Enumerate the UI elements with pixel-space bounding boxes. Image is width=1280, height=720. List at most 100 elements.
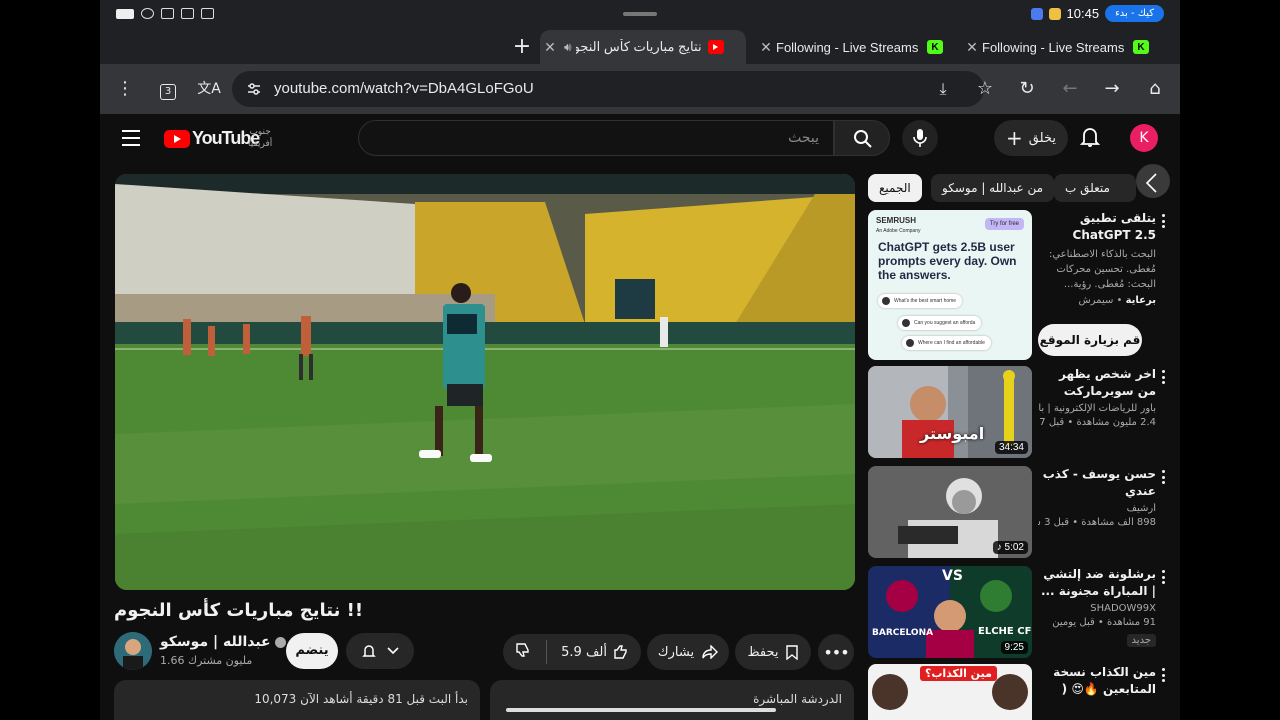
rec-text: حسن يوسف - كذب عندي أرشيف 898 ألف مشاهدة… [1038, 466, 1156, 528]
chip-from-channel[interactable]: من عبدالله | موسكو [931, 174, 1055, 202]
close-icon[interactable]: ✕ [962, 39, 982, 56]
new-badge: جديد [1126, 634, 1156, 647]
more-vertical-icon[interactable] [1158, 214, 1168, 231]
forward-arrow-icon[interactable]: → [1099, 76, 1125, 102]
home-icon[interactable]: ⌂ [1142, 76, 1168, 102]
menu-kebab-icon[interactable]: ⋮ [112, 76, 138, 102]
ad-chat-bubble: What's the best smart home [878, 294, 963, 308]
address-bar[interactable]: youtube.com/watch?v=DbA4GLoFGoU ⤓ ☆ [232, 71, 993, 107]
list-item[interactable]: VS BARCELONA ELCHE CF 9:25 برشلونة ضد إل… [868, 566, 1170, 658]
tab-strip: + ✕ 🔊︎ نتايج مباريات كأس النجوم !! ✕ Fol… [100, 30, 1180, 64]
wifi-icon [141, 8, 154, 19]
reload-icon[interactable]: ↻ [1014, 76, 1040, 102]
share-button[interactable]: يشارك [647, 634, 729, 670]
close-icon[interactable]: ✕ [540, 39, 560, 56]
video-thumbnail[interactable]: امبوستر 34:34 [868, 366, 1032, 458]
create-button[interactable]: + يخلق [994, 120, 1068, 156]
ad-text: يتلقى تطبيق ChatGPT 2.5 مليار... البحث ب… [1038, 210, 1156, 306]
speaker-icon[interactable]: 🔊︎ [564, 40, 572, 55]
search-button[interactable] [834, 120, 890, 156]
tab-kick-1[interactable]: ✕ Following - Live Streams on K [756, 30, 956, 64]
video-thumbnail[interactable]: ♪ 5:02 [868, 466, 1032, 558]
rec-meta: 91 مشاهدة • قبل يومين [1052, 617, 1156, 628]
ad-try-label: Try for free [984, 218, 1024, 230]
tab-youtube[interactable]: ✕ 🔊︎ نتايج مباريات كأس النجوم !! [540, 30, 746, 64]
more-actions-button[interactable]: ••• [818, 634, 854, 670]
description-box[interactable]: بدأ البث قبل 81 دقيقة أشاهد الآن 10,073 [114, 680, 480, 720]
headphones-icon [161, 8, 174, 19]
rec-text: مين الكذاب نسخة المتابعين 🔥😍 ( [1038, 664, 1156, 698]
channel-avatar[interactable] [114, 632, 152, 670]
list-item[interactable]: مين الكذاب؟ مين الكذاب نسخة المتابعين 🔥😍… [868, 664, 1170, 720]
thumb-overlay-text: امبوستر [920, 424, 985, 443]
window-handle[interactable] [623, 12, 657, 16]
rec-text: برشلونة ضد إلتشي | المباراة مجنونة ... S… [1038, 566, 1156, 647]
voice-search-button[interactable] [902, 120, 938, 156]
rec-channel[interactable]: باور للرياضات الإلكترونية | باور [1038, 403, 1156, 414]
video-thumbnail[interactable]: VS BARCELONA ELCHE CF 9:25 [868, 566, 1032, 658]
new-tab-button[interactable]: + [510, 34, 534, 59]
status-right: 10:45 كيك - بدء [1030, 5, 1164, 22]
search-input[interactable] [359, 121, 833, 155]
join-button[interactable]: ينضم [286, 633, 338, 669]
rec-title: مين الكذاب نسخة المتابعين 🔥😍 ( [1053, 665, 1156, 696]
more-vertical-icon[interactable] [1158, 370, 1168, 387]
notification-icon [181, 8, 194, 19]
rec-channel[interactable]: أرشيف [1038, 503, 1156, 514]
rec-text: اخر شخص يظهر من سوبرماركت 50,000 باور لل… [1038, 366, 1156, 428]
more-horizontal-icon: ••• [823, 642, 849, 662]
subscription-notify-button[interactable] [346, 633, 414, 669]
live-pill[interactable]: كيك - بدء [1105, 5, 1164, 22]
youtube-masthead: YouTube جنوب أفريقيا + يخلق K [100, 114, 1180, 164]
battery-icon [116, 8, 134, 19]
close-icon[interactable]: ✕ [756, 39, 776, 56]
chevron-down-icon [386, 647, 399, 655]
video-thumbnail[interactable]: مين الكذاب؟ [868, 664, 1032, 720]
status-icons [116, 8, 214, 19]
search-box [358, 120, 834, 156]
subscriber-count: 1.66 مليون مشترك [160, 654, 253, 667]
kick-icon: K [927, 40, 943, 54]
list-item[interactable]: ♪ 5:02 حسن يوسف - كذب عندي أرشيف 898 ألف… [868, 466, 1170, 558]
tab-kick-2[interactable]: ✕ Following - Live Streams on K [962, 30, 1162, 64]
install-app-icon[interactable]: ⤓ [930, 76, 956, 102]
microphone-icon [913, 129, 927, 147]
translate-icon[interactable]: 文A [196, 76, 222, 102]
like-button[interactable]: 5.9 ألف [561, 644, 629, 660]
more-vertical-icon[interactable] [1158, 470, 1168, 487]
more-vertical-icon[interactable] [1158, 668, 1168, 685]
dislike-button[interactable] [515, 642, 531, 662]
youtube-logo[interactable]: YouTube [164, 128, 260, 149]
app-icon [1030, 7, 1043, 20]
bookmark-star-icon[interactable]: ☆ [972, 76, 998, 102]
url-text: youtube.com/watch?v=DbA4GLoFGoU [274, 80, 534, 97]
tab-title: Following - Live Streams on [776, 39, 921, 55]
notifications-bell-icon[interactable] [1079, 126, 1101, 152]
thumb-team-left: BARCELONA [872, 628, 934, 638]
chip-related[interactable]: متعلق ب [1054, 174, 1136, 202]
visit-site-button[interactable]: قم بزيارة الموقع [1038, 324, 1142, 356]
rec-title: حسن يوسف - كذب عندي [1042, 467, 1156, 498]
plus-icon: + [1006, 126, 1023, 150]
channel-name[interactable]: عبدالله | موسكو [160, 634, 286, 650]
hamburger-menu-icon[interactable] [122, 130, 140, 151]
site-settings-icon[interactable] [246, 81, 262, 97]
ad-thumbnail[interactable]: SEMRUSH An Adobe Company Try for free Cha… [868, 210, 1032, 360]
chips-next-button[interactable] [1136, 164, 1170, 198]
sponsored-card[interactable]: SEMRUSH An Adobe Company Try for free Cha… [868, 210, 1170, 362]
chip-all[interactable]: الجميع [868, 174, 922, 202]
save-button[interactable]: يحفظ [735, 634, 811, 670]
thumb-overlay-text: مين الكذاب؟ [920, 666, 997, 681]
share-arrow-icon [702, 645, 719, 659]
more-vertical-icon[interactable] [1158, 570, 1168, 587]
duration-badge: 34:34 [994, 441, 1028, 454]
video-player[interactable] [115, 174, 855, 590]
rec-channel[interactable]: SHADOW99X [1038, 603, 1156, 614]
back-arrow-icon[interactable]: ← [1057, 76, 1083, 102]
list-item[interactable]: امبوستر 34:34 اخر شخص يظهر من سوبرماركت … [868, 366, 1170, 458]
verified-icon [274, 636, 286, 648]
tab-switcher-button[interactable]: 3 [155, 76, 181, 102]
gesture-navigation-bar[interactable] [506, 708, 776, 712]
account-avatar[interactable]: K [1130, 124, 1158, 152]
live-chat-box[interactable]: الدردشة المباشرة [490, 680, 854, 720]
